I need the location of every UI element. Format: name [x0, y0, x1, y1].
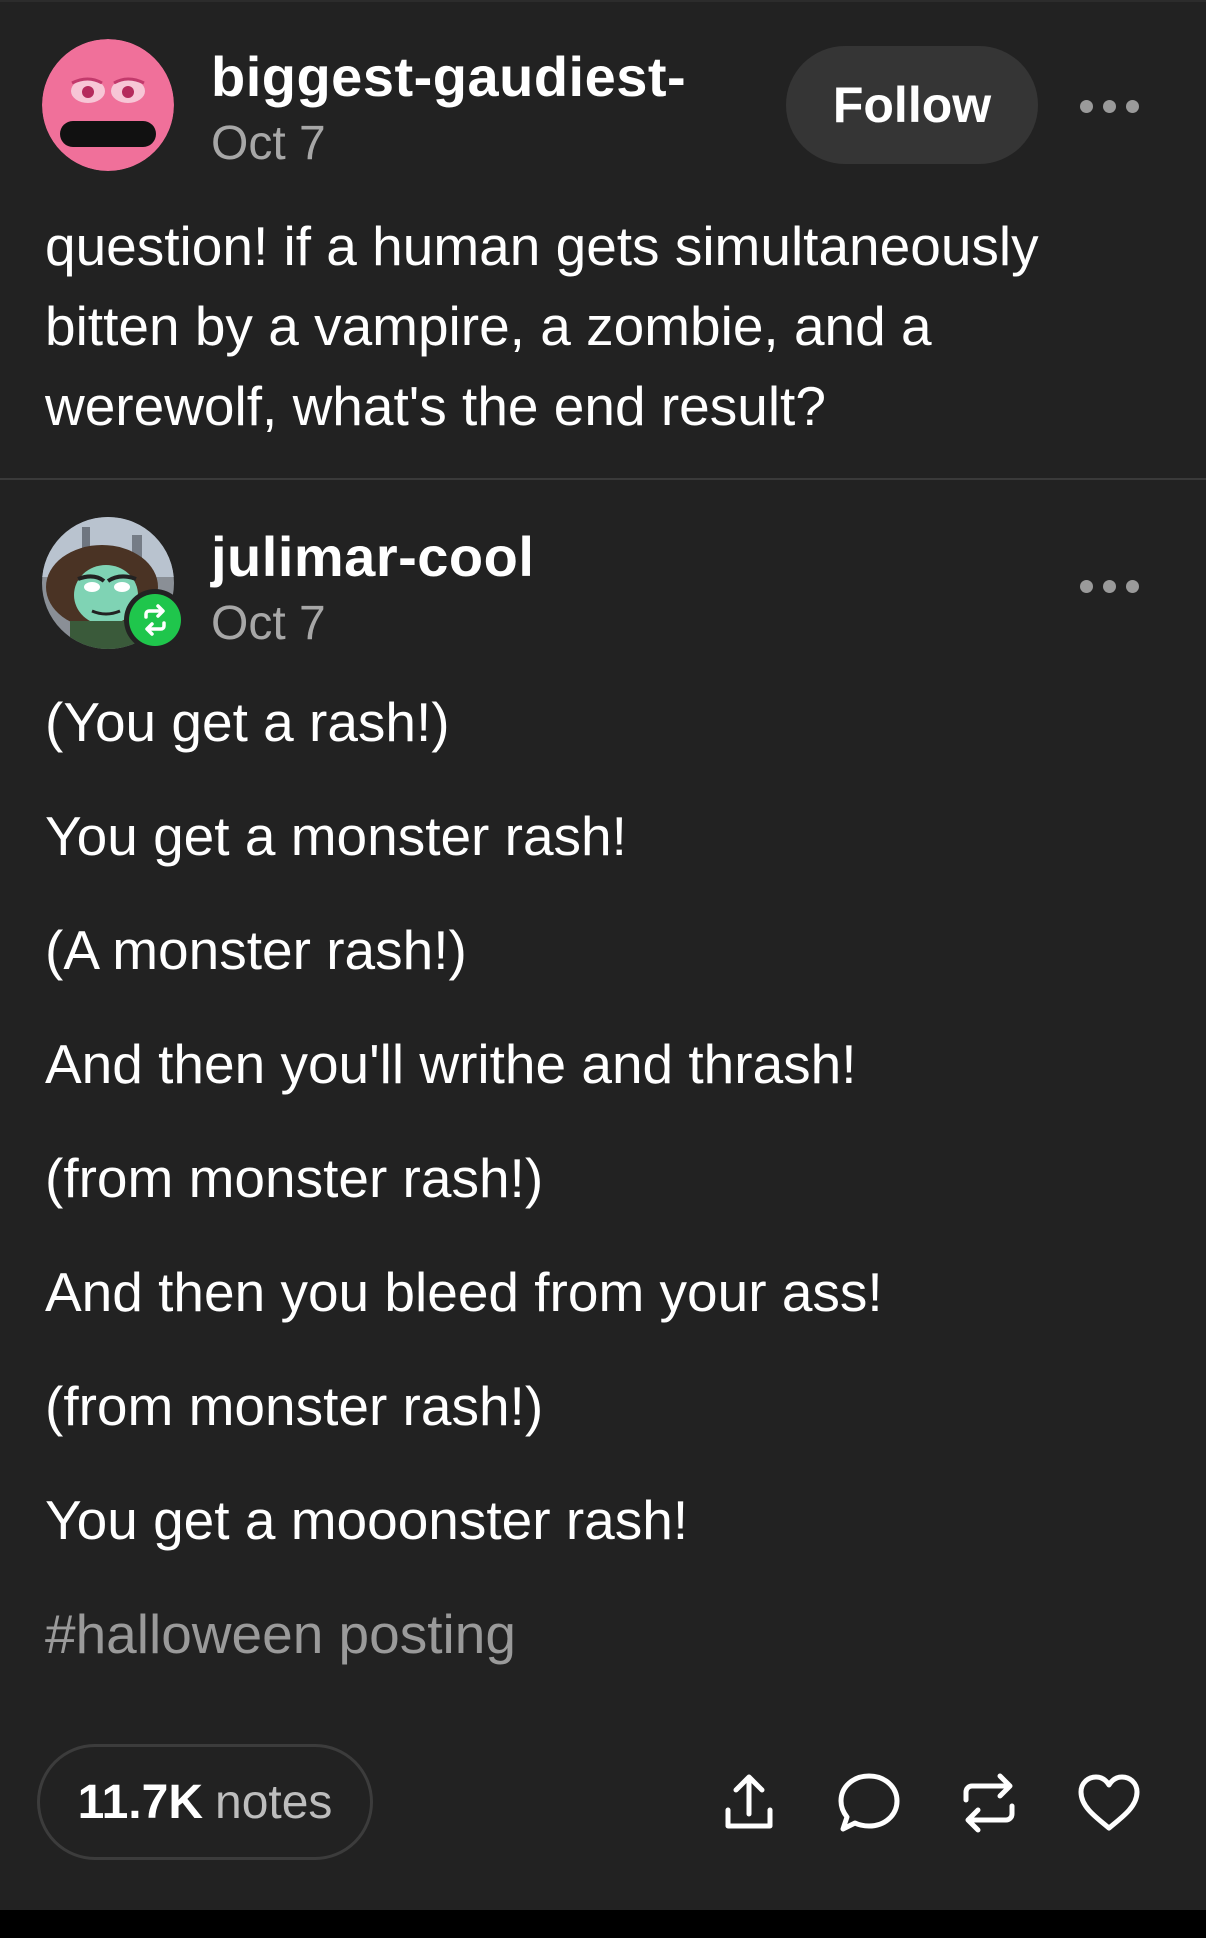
- comment-icon[interactable]: [834, 1768, 904, 1838]
- reblog-username[interactable]: julimar-cool: [211, 524, 534, 589]
- heart-icon[interactable]: [1074, 1768, 1144, 1838]
- reblog-icon: [144, 604, 166, 636]
- divider: [0, 478, 1206, 480]
- more-options-icon[interactable]: [1080, 574, 1140, 598]
- reblog-line: You get a mooonster rash!: [45, 1489, 689, 1551]
- notes-button[interactable]: 11.7K notes: [37, 1744, 373, 1860]
- notes-count: 11.7K: [77, 1775, 203, 1829]
- tag-link[interactable]: #halloween posting: [45, 1602, 516, 1666]
- original-date: Oct 7: [211, 117, 326, 170]
- reblog-line: (A monster rash!): [45, 919, 467, 981]
- notes-label: notes: [215, 1775, 333, 1829]
- reblog-line: And then you bleed from your ass!: [45, 1261, 883, 1323]
- reblog-line: And then you'll writhe and thrash!: [45, 1033, 857, 1095]
- follow-button[interactable]: Follow: [786, 46, 1038, 164]
- original-post-text: question! if a human gets simultaneously…: [45, 215, 1039, 437]
- original-post-header: biggest-gaudiest- Oct 7 Follow: [0, 2, 1206, 182]
- avatar[interactable]: [42, 39, 174, 171]
- reblog-icon[interactable]: [954, 1768, 1024, 1838]
- reblog-badge: [124, 589, 186, 651]
- reblog-line: (from monster rash!): [45, 1375, 544, 1437]
- more-options-icon[interactable]: [1080, 94, 1140, 118]
- original-username[interactable]: biggest-gaudiest-: [211, 44, 686, 109]
- post-card: biggest-gaudiest- Oct 7 Follow question!…: [0, 0, 1206, 1910]
- pink-face-avatar-icon: [42, 39, 174, 171]
- reblog-header: julimar-cool Oct 7: [0, 502, 1206, 662]
- reblog-date: Oct 7: [211, 597, 326, 650]
- reblog-line: You get a monster rash!: [45, 805, 627, 867]
- share-icon[interactable]: [714, 1768, 784, 1838]
- reblog-line: (from monster rash!): [45, 1147, 544, 1209]
- reblog-line: (You get a rash!): [45, 691, 450, 753]
- bottom-bar: [0, 1910, 1206, 1938]
